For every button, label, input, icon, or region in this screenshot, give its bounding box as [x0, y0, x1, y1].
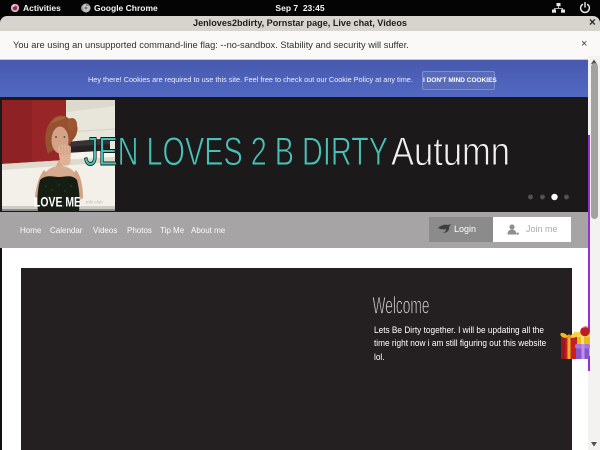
svg-text:Welcome: Welcome: [373, 293, 430, 320]
svg-text:JEN LOVES 2 B DIRTY: JEN LOVES 2 B DIRTY: [84, 130, 388, 174]
svg-text:Autumn: Autumn: [391, 130, 510, 174]
